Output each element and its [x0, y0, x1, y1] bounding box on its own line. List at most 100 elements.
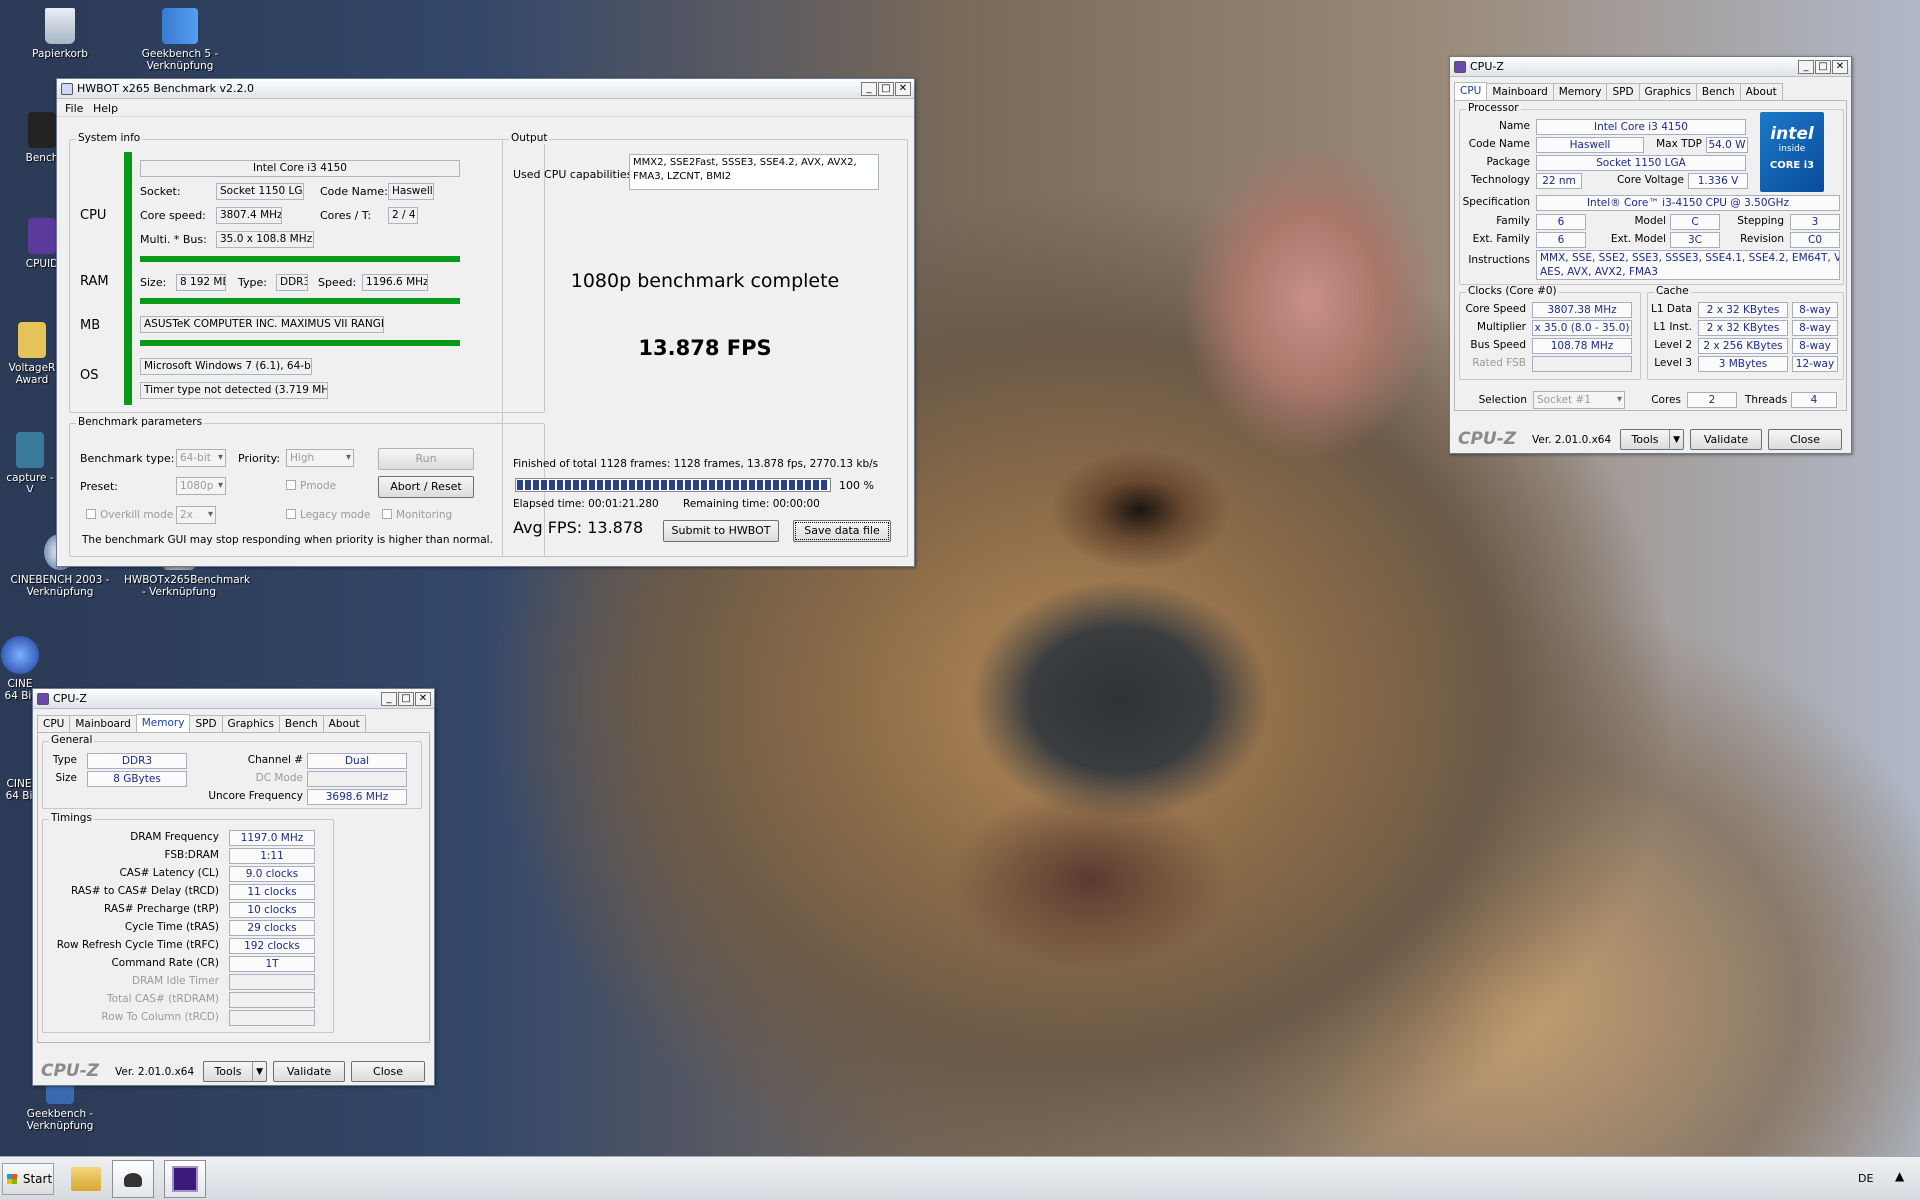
preset-label: Preset:	[80, 480, 119, 493]
output-title: Output	[509, 132, 550, 144]
taskbar-hwbot-button[interactable]	[112, 1160, 154, 1198]
validate-button[interactable]: Validate	[1690, 429, 1762, 450]
folder-icon	[18, 322, 46, 358]
language-indicator[interactable]: DE	[1858, 1172, 1873, 1185]
submit-hwbot-button[interactable]: Submit to HWBOT	[663, 520, 779, 542]
busspeed-label: Bus Speed	[1470, 339, 1526, 351]
desktop-icon-geekbench5[interactable]: Geekbench 5 - Verknüpfung	[132, 8, 228, 80]
minimize-button[interactable]: _	[1798, 59, 1814, 74]
close-button[interactable]: ✕	[415, 691, 431, 706]
hwbot-titlebar[interactable]: HWBOT x265 Benchmark v2.2.0 _ □ ✕	[57, 79, 914, 99]
priority-select[interactable]: High	[286, 449, 354, 467]
maximize-button[interactable]: □	[1815, 59, 1831, 74]
notification-chevron-icon[interactable]: ▲	[1895, 1169, 1904, 1183]
bench-type-label: Benchmark type:	[80, 452, 175, 465]
desktop-icon-geekbench[interactable]: Geekbench - Verknüpfung	[24, 1080, 96, 1136]
legacy-checkbox[interactable]: Legacy mode	[286, 509, 370, 521]
taskbar-explorer-button[interactable]	[66, 1161, 106, 1197]
timing-value: 1T	[229, 956, 315, 972]
tab-graphics[interactable]: Graphics	[1638, 83, 1697, 101]
cinebench-icon	[1, 636, 39, 674]
tab-about[interactable]: About	[322, 715, 366, 733]
caps-label: Used CPU capabilities:	[513, 168, 637, 181]
tools-button[interactable]: Tools ▼	[203, 1061, 267, 1082]
codename-label: Code Name	[1468, 138, 1530, 150]
tab-graphics[interactable]: Graphics	[221, 715, 280, 733]
taskbar: Start DE ▲	[0, 1156, 1920, 1200]
pmode-checkbox[interactable]: Pmode	[286, 480, 336, 492]
timing-label: Command Rate (CR)	[111, 957, 219, 969]
cpuz-titlebar[interactable]: CPU-Z _ □ ✕	[33, 689, 434, 709]
intel-inside-text: inside	[1778, 144, 1806, 154]
minimize-button[interactable]: _	[861, 81, 877, 96]
tab-mainboard[interactable]: Mainboard	[1486, 83, 1554, 101]
run-button[interactable]: Run	[378, 448, 474, 470]
overkill-checkbox[interactable]: Overkill mode	[86, 509, 173, 521]
timing-label: Row To Column (tRCD)	[101, 1011, 219, 1023]
menu-file[interactable]: File	[65, 102, 83, 115]
tab-bench[interactable]: Bench	[278, 715, 324, 733]
revision-label: Revision	[1740, 233, 1784, 245]
desktop-icon-recycle-bin[interactable]: Papierkorb	[20, 8, 100, 60]
technology-label: Technology	[1471, 174, 1530, 186]
start-button[interactable]: Start	[2, 1163, 54, 1195]
desktop-icon-cine64-b[interactable]: CINE 64 Bi	[4, 744, 34, 824]
dropdown-arrow-icon: ▼	[1669, 430, 1680, 450]
tab-mainboard[interactable]: Mainboard	[69, 715, 137, 733]
mb-label: MB	[80, 318, 101, 333]
complete-message: 1080p benchmark complete	[570, 270, 840, 292]
close-button[interactable]: ✕	[895, 81, 911, 96]
desktop-icon-capture[interactable]: capture - V	[4, 432, 56, 492]
corespeed-value: 3807.38 MHz	[1532, 302, 1632, 318]
close-button[interactable]: Close	[351, 1061, 425, 1082]
cpuz-titlebar[interactable]: CPU-Z _ □ ✕	[1450, 57, 1851, 77]
validate-button[interactable]: Validate	[273, 1061, 345, 1082]
l2-label: Level 2	[1654, 339, 1692, 351]
minimize-button[interactable]: _	[381, 691, 397, 706]
taskbar-cpuz-button[interactable]	[164, 1160, 206, 1198]
instructions-label: Instructions	[1468, 254, 1530, 266]
menu-help[interactable]: Help	[93, 102, 118, 115]
processor-group: Processor Name Intel Core i3 4150 Code N…	[1459, 102, 1844, 285]
tab-bench[interactable]: Bench	[1695, 83, 1741, 101]
vertical-bar	[124, 152, 132, 405]
abort-reset-button[interactable]: Abort / Reset	[378, 476, 474, 498]
maximize-button[interactable]: □	[878, 81, 894, 96]
tab-about[interactable]: About	[1739, 83, 1783, 101]
tab-cpu[interactable]: CPU	[37, 715, 71, 733]
elapsed-time: Elapsed time: 00:01:21.280	[513, 498, 659, 510]
monitoring-checkbox[interactable]: Monitoring	[382, 509, 452, 521]
windows-logo-icon	[7, 1174, 17, 1184]
desktop-icon-voltager[interactable]: VoltageR Award	[8, 322, 56, 394]
close-button[interactable]: ✕	[1832, 59, 1848, 74]
save-data-button[interactable]: Save data file	[793, 520, 891, 542]
tab-memory[interactable]: Memory	[135, 714, 191, 732]
model-value: C	[1670, 214, 1720, 230]
instructions-value: MMX, SSE, SSE2, SSE3, SSSE3, SSE4.1, SSE…	[1536, 250, 1840, 280]
tab-memory[interactable]: Memory	[1552, 83, 1608, 101]
close-button[interactable]: Close	[1768, 429, 1842, 450]
timing-label: DRAM Idle Timer	[131, 975, 219, 987]
hwbot-app-icon	[124, 1173, 142, 1187]
tools-button[interactable]: Tools ▼	[1620, 429, 1684, 450]
stepping-label: Stepping	[1737, 215, 1784, 227]
tab-cpu[interactable]: CPU	[1454, 82, 1488, 100]
ram-speed-value: 1196.6 MHz	[362, 274, 428, 291]
size-label: Size	[55, 772, 77, 784]
multiplier-label: Multiplier	[1477, 321, 1526, 333]
selection-select[interactable]: Socket #1	[1533, 391, 1625, 409]
tab-spd[interactable]: SPD	[1606, 83, 1640, 101]
ratedfsb-value	[1532, 356, 1632, 372]
codename-value: Haswell	[388, 183, 434, 200]
cores-value: 2 / 4	[388, 207, 418, 224]
overkill-select[interactable]: 2x	[176, 506, 216, 524]
cpuz-version: Ver. 2.01.0.x64	[1532, 434, 1612, 446]
type-label: Type	[52, 754, 77, 766]
preset-select[interactable]: 1080p	[176, 477, 226, 495]
maximize-button[interactable]: □	[398, 691, 414, 706]
maxtdp-label: Max TDP	[1656, 138, 1702, 150]
channel-label: Channel #	[247, 754, 303, 766]
timing-value	[229, 974, 315, 990]
tab-spd[interactable]: SPD	[189, 715, 223, 733]
bench-type-select[interactable]: 64-bit	[176, 449, 226, 467]
